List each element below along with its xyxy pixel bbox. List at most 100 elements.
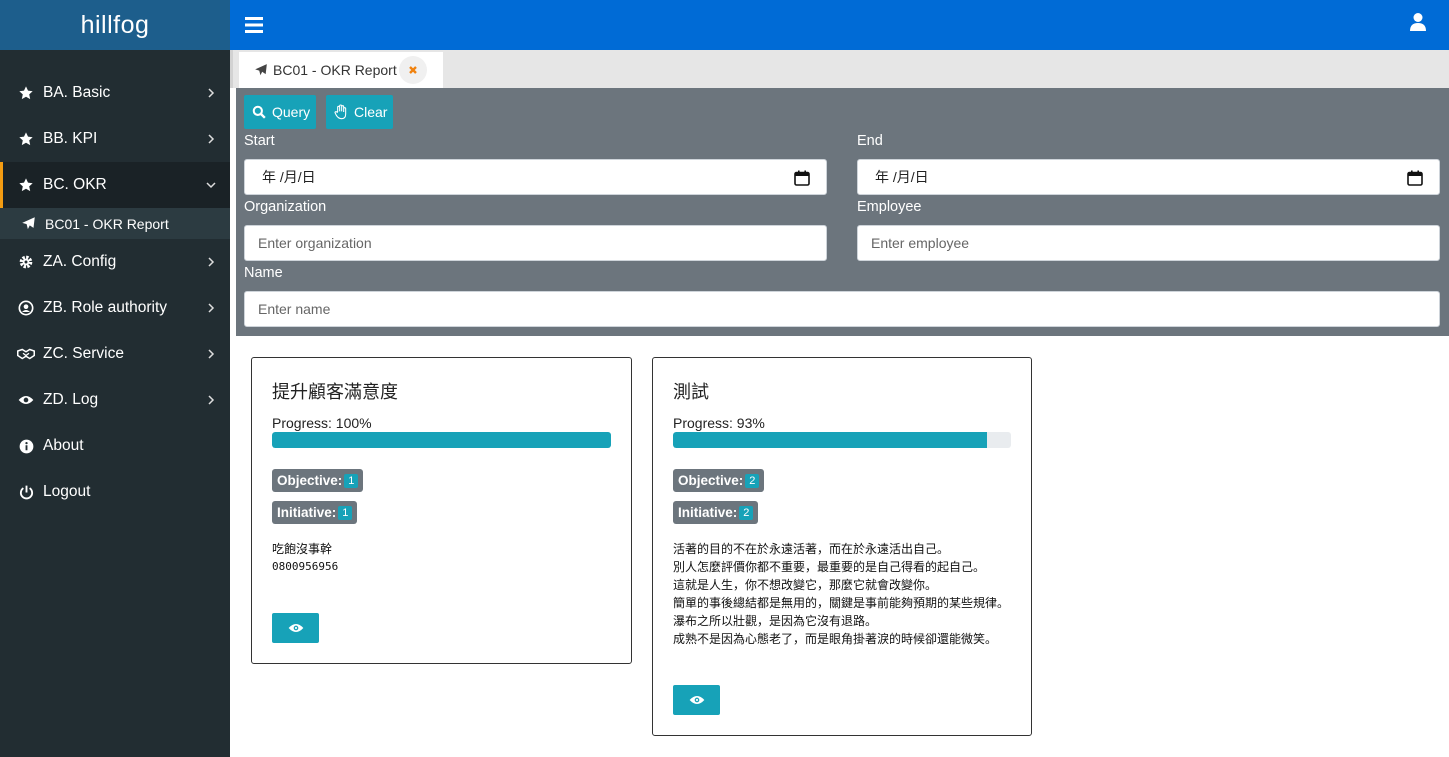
initiative-label: Initiative: xyxy=(678,505,738,520)
handshake-icon xyxy=(17,345,35,363)
hand-icon xyxy=(334,104,348,120)
query-button[interactable]: Query xyxy=(244,95,316,129)
sidebar-item-config[interactable]: ZA. Config xyxy=(0,239,230,285)
description-line: 別人怎麼評價你都不重要，最重要的是自己得看的起自己。 xyxy=(673,560,986,574)
sidebar-menu: BA. Basic BB. KPI BC. OKR BC01 - OKR Rep… xyxy=(0,70,230,515)
tab-label: BC01 - OKR Report xyxy=(273,62,397,78)
brand-logo[interactable]: hillfog xyxy=(0,0,230,50)
view-button[interactable] xyxy=(272,613,319,643)
progress-label: Progress: 93% xyxy=(673,415,765,431)
view-button[interactable] xyxy=(673,685,720,715)
sidebar-item-label: ZC. Service xyxy=(43,345,124,362)
sidebar-item-label: About xyxy=(43,437,84,454)
description-line: 這就是人生，你不想改變它，那麼它就會改變你。 xyxy=(673,578,938,592)
start-label: Start xyxy=(244,133,275,149)
employee-placeholder: Enter employee xyxy=(871,235,970,251)
eye-icon xyxy=(17,391,35,409)
initiative-badge: Initiative: 1 xyxy=(272,501,358,524)
chevron-down-icon xyxy=(206,182,216,189)
okr-card: 提升顧客滿意度 Progress: 100% Objective: 1 Init… xyxy=(251,357,632,664)
organization-placeholder: Enter organization xyxy=(258,235,372,251)
objective-count: 2 xyxy=(745,473,760,488)
sidebar-item-okr[interactable]: BC. OKR xyxy=(0,162,230,208)
star-icon xyxy=(17,84,35,102)
chevron-right-icon xyxy=(208,257,215,267)
user-circle-icon xyxy=(17,299,35,317)
name-input[interactable]: Enter name xyxy=(244,291,1440,327)
initiative-label: Initiative: xyxy=(277,505,337,520)
star-icon xyxy=(17,130,35,148)
chevron-right-icon xyxy=(208,349,215,359)
name-label: Name xyxy=(244,265,283,281)
sidebar-item-label: ZB. Role authority xyxy=(43,299,168,316)
query-button-label: Query xyxy=(272,104,311,120)
chevron-right-icon xyxy=(208,134,215,144)
date-placeholder: 年 /月/日 xyxy=(875,169,929,185)
initiative-count: 1 xyxy=(338,505,353,520)
calendar-icon[interactable] xyxy=(1407,170,1423,186)
description-line: 活著的目的不在於永遠活著，而在於永遠活出自己。 xyxy=(673,542,950,556)
sidebar-item-basic[interactable]: BA. Basic xyxy=(0,70,230,116)
card-description: 活著的目的不在於永遠活著，而在於永遠活出自己。 別人怎麼評價你都不重要，最重要的… xyxy=(673,540,1009,648)
employee-input[interactable]: Enter employee xyxy=(857,225,1440,261)
sidebar-item-service[interactable]: ZC. Service xyxy=(0,331,230,377)
description-phone: 0800956956 xyxy=(272,560,339,573)
sidebar: hillfog BA. Basic BB. KPI BC. OKR BC01 -… xyxy=(0,0,230,757)
description-line: 瀑布之所以壯觀，是因為它沒有退路。 xyxy=(673,614,878,628)
sidebar-item-label: BA. Basic xyxy=(43,84,111,101)
close-icon xyxy=(409,66,417,74)
sidebar-item-label: ZA. Config xyxy=(43,253,117,270)
end-label: End xyxy=(857,133,883,149)
search-icon xyxy=(252,104,266,120)
objective-label: Objective: xyxy=(277,473,343,488)
start-date-input[interactable]: 年 /月/日 xyxy=(244,159,827,195)
sidebar-item-label: ZD. Log xyxy=(43,391,99,408)
paper-plane-icon xyxy=(19,215,37,233)
sidebar-item-logout[interactable]: Logout xyxy=(0,469,230,515)
tab-okr-report[interactable]: BC01 - OKR Report xyxy=(239,52,443,88)
progress-label: Progress: 100% xyxy=(272,415,372,431)
employee-label: Employee xyxy=(857,199,922,215)
power-icon xyxy=(17,483,35,501)
sidebar-item-kpi[interactable]: BB. KPI xyxy=(0,116,230,162)
progress-bar-fill xyxy=(673,432,988,448)
tab-bar: BC01 - OKR Report xyxy=(230,50,1449,88)
description-line: 簡單的事後總結都是無用的，關鍵是事前能夠預期的某些規律。 xyxy=(673,596,1010,610)
top-navbar xyxy=(230,0,1449,50)
user-icon[interactable] xyxy=(1409,12,1427,32)
end-date-input[interactable]: 年 /月/日 xyxy=(857,159,1440,195)
progress-bar-fill xyxy=(272,432,611,448)
sidebar-item-about[interactable]: About xyxy=(0,423,230,469)
eye-icon xyxy=(689,696,704,704)
chevron-right-icon xyxy=(208,303,215,313)
sidebar-subitem-okr-report[interactable]: BC01 - OKR Report xyxy=(0,208,230,239)
tab-close-button[interactable] xyxy=(399,56,427,84)
sidebar-item-role-authority[interactable]: ZB. Role authority xyxy=(0,285,230,331)
calendar-icon[interactable] xyxy=(794,170,810,186)
info-icon xyxy=(17,437,35,455)
clear-button[interactable]: Clear xyxy=(326,95,393,129)
sidebar-item-log[interactable]: ZD. Log xyxy=(0,377,230,423)
okr-card: 測試 Progress: 93% Objective: 2 Initiative… xyxy=(652,357,1032,736)
progress-bar xyxy=(673,432,1011,448)
objective-badge: Objective: 1 xyxy=(272,469,364,492)
chevron-right-icon xyxy=(208,88,215,98)
objective-badge: Objective: 2 xyxy=(673,469,765,492)
sidebar-subitem-label: BC01 - OKR Report xyxy=(45,215,169,232)
clear-button-label: Clear xyxy=(354,104,388,120)
sidebar-item-label: Logout xyxy=(43,483,91,500)
paper-plane-icon xyxy=(253,62,269,78)
initiative-badge: Initiative: 2 xyxy=(673,501,759,524)
star-icon xyxy=(17,176,35,194)
card-title: 測試 xyxy=(673,382,709,402)
organization-label: Organization xyxy=(244,199,327,215)
eye-icon xyxy=(288,624,303,632)
objective-count: 1 xyxy=(344,473,359,488)
progress-bar xyxy=(272,432,611,448)
name-placeholder: Enter name xyxy=(258,301,331,317)
objective-label: Objective: xyxy=(678,473,744,488)
date-placeholder: 年 /月/日 xyxy=(262,169,316,185)
hamburger-menu-icon[interactable] xyxy=(244,15,264,35)
organization-input[interactable]: Enter organization xyxy=(244,225,827,261)
initiative-count: 2 xyxy=(739,505,754,520)
